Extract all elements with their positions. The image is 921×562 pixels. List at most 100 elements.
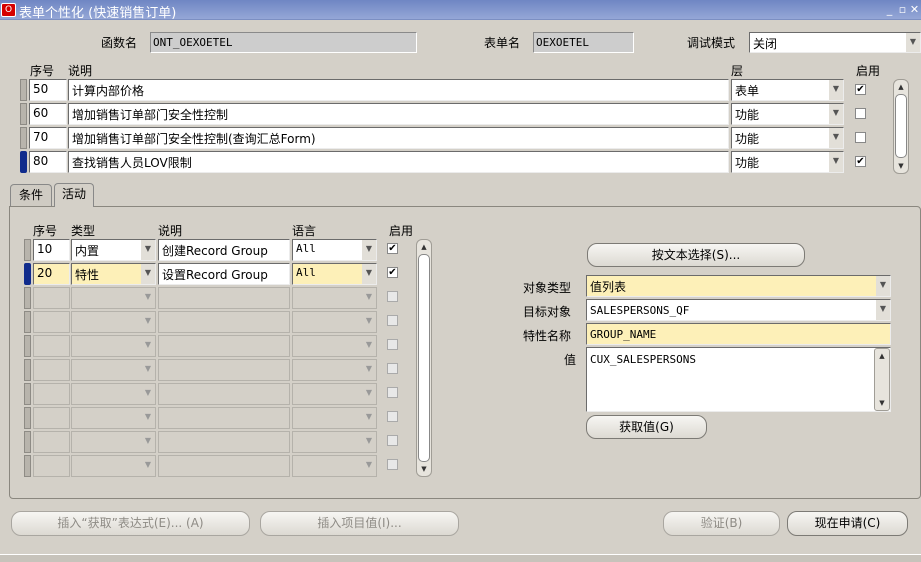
debug-mode-select[interactable]: 关闭 ▼ xyxy=(749,32,921,53)
action-desc-field[interactable] xyxy=(158,431,290,453)
action-lang-select[interactable]: All ▼ xyxy=(292,263,377,285)
chevron-down-icon[interactable]: ▼ xyxy=(141,384,155,404)
action-seq-field[interactable] xyxy=(33,431,70,453)
action-enabled-checkbox[interactable]: ✔ xyxy=(387,267,398,278)
chevron-down-icon[interactable]: ▼ xyxy=(362,456,376,476)
rule-enabled-checkbox[interactable] xyxy=(855,108,866,119)
action-type-select[interactable]: 特性 ▼ xyxy=(71,263,156,285)
rule-desc-field[interactable]: 计算内部价格 xyxy=(68,79,729,101)
chevron-down-icon[interactable]: ▼ xyxy=(141,432,155,452)
action-lang-select[interactable]: ▼ xyxy=(292,455,377,477)
rule-level-select[interactable]: 表单 ▼ xyxy=(731,79,844,101)
scroll-up-icon[interactable]: ▲ xyxy=(876,350,888,362)
close-icon[interactable]: ✕ xyxy=(909,3,920,16)
action-lang-select[interactable]: ▼ xyxy=(292,335,377,357)
rule-desc-field[interactable]: 查找销售人员LOV限制 xyxy=(68,151,729,173)
action-enabled-checkbox[interactable] xyxy=(387,387,398,398)
chevron-down-icon[interactable]: ▼ xyxy=(141,288,155,308)
action-lang-select[interactable]: ▼ xyxy=(292,359,377,381)
rule-desc-field[interactable]: 增加销售订单部门安全性控制 xyxy=(68,103,729,125)
chevron-down-icon[interactable]: ▼ xyxy=(362,288,376,308)
chevron-down-icon[interactable]: ▼ xyxy=(141,360,155,380)
chevron-down-icon[interactable]: ▼ xyxy=(362,360,376,380)
action-lang-select[interactable]: ▼ xyxy=(292,311,377,333)
action-seq-field[interactable] xyxy=(33,287,70,309)
tab-conditions[interactable]: 条件 xyxy=(10,184,52,206)
action-seq-field[interactable] xyxy=(33,335,70,357)
chevron-down-icon[interactable]: ▼ xyxy=(362,384,376,404)
chevron-down-icon[interactable]: ▼ xyxy=(141,264,155,284)
chevron-down-icon[interactable]: ▼ xyxy=(141,456,155,476)
row-selector[interactable] xyxy=(24,239,31,261)
action-desc-field[interactable]: 设置Record Group xyxy=(158,263,290,285)
rule-level-select[interactable]: 功能 ▼ xyxy=(731,127,844,149)
rule-enabled-checkbox[interactable] xyxy=(855,132,866,143)
select-by-text-button[interactable]: 按文本选择(S)... xyxy=(587,243,805,267)
rules-scrollbar[interactable]: ▲ ▼ xyxy=(893,79,909,174)
action-desc-field[interactable]: 创建Record Group xyxy=(158,239,290,261)
action-seq-field[interactable] xyxy=(33,407,70,429)
action-type-select[interactable]: ▼ xyxy=(71,407,156,429)
action-seq-field[interactable]: 10 xyxy=(33,239,70,261)
rule-seq-field[interactable]: 80 xyxy=(29,151,67,173)
chevron-down-icon[interactable]: ▼ xyxy=(876,300,890,320)
rule-level-select[interactable]: 功能 ▼ xyxy=(731,151,844,173)
action-enabled-checkbox[interactable] xyxy=(387,459,398,470)
rule-enabled-checkbox[interactable]: ✔ xyxy=(855,84,866,95)
action-seq-field[interactable] xyxy=(33,359,70,381)
chevron-down-icon[interactable]: ▼ xyxy=(141,336,155,356)
scroll-down-icon[interactable]: ▼ xyxy=(418,463,430,475)
row-selector[interactable] xyxy=(24,335,31,357)
action-desc-field[interactable] xyxy=(158,455,290,477)
insert-get-expression-button[interactable]: 插入“获取”表达式(E)... (A) xyxy=(11,511,250,536)
validate-button[interactable]: 验证(B) xyxy=(663,511,780,536)
chevron-down-icon[interactable]: ▼ xyxy=(829,152,843,172)
get-value-button[interactable]: 获取值(G) xyxy=(586,415,707,439)
insert-item-value-button[interactable]: 插入项目值(I)... xyxy=(260,511,459,536)
rule-level-select[interactable]: 功能 ▼ xyxy=(731,103,844,125)
action-type-select[interactable]: ▼ xyxy=(71,311,156,333)
row-selector-current[interactable] xyxy=(24,263,31,285)
action-enabled-checkbox[interactable] xyxy=(387,435,398,446)
row-selector[interactable] xyxy=(20,127,27,149)
chevron-down-icon[interactable]: ▼ xyxy=(362,240,376,260)
rule-seq-field[interactable]: 50 xyxy=(29,79,67,101)
object-type-select[interactable]: 值列表 ▼ xyxy=(586,275,891,297)
chevron-down-icon[interactable]: ▼ xyxy=(141,240,155,260)
chevron-down-icon[interactable]: ▼ xyxy=(829,128,843,148)
action-seq-field[interactable] xyxy=(33,383,70,405)
action-type-select[interactable]: ▼ xyxy=(71,287,156,309)
action-enabled-checkbox[interactable] xyxy=(387,315,398,326)
row-selector-current[interactable] xyxy=(20,151,27,173)
chevron-down-icon[interactable]: ▼ xyxy=(362,264,376,284)
chevron-down-icon[interactable]: ▼ xyxy=(906,33,920,52)
minimize-icon[interactable]: _ xyxy=(884,3,895,16)
chevron-down-icon[interactable]: ▼ xyxy=(141,312,155,332)
action-lang-select[interactable]: ▼ xyxy=(292,431,377,453)
value-textarea[interactable]: CUX_SALESPERSONS xyxy=(586,347,891,412)
action-enabled-checkbox[interactable]: ✔ xyxy=(387,243,398,254)
scroll-down-icon[interactable]: ▼ xyxy=(895,160,907,172)
action-type-select[interactable]: ▼ xyxy=(71,431,156,453)
target-object-select[interactable]: SALESPERSONS_QF ▼ xyxy=(586,299,891,321)
chevron-down-icon[interactable]: ▼ xyxy=(362,432,376,452)
row-selector[interactable] xyxy=(24,287,31,309)
action-seq-field[interactable]: 20 xyxy=(33,263,70,285)
chevron-down-icon[interactable]: ▼ xyxy=(141,408,155,428)
row-selector[interactable] xyxy=(20,103,27,125)
property-name-field[interactable]: GROUP_NAME xyxy=(586,323,891,345)
action-seq-field[interactable] xyxy=(33,311,70,333)
action-lang-select[interactable]: All ▼ xyxy=(292,239,377,261)
action-type-select[interactable]: ▼ xyxy=(71,359,156,381)
action-lang-select[interactable]: ▼ xyxy=(292,407,377,429)
apply-now-button[interactable]: 现在申请(C) xyxy=(787,511,908,536)
action-enabled-checkbox[interactable] xyxy=(387,339,398,350)
scroll-up-icon[interactable]: ▲ xyxy=(418,241,430,253)
rule-seq-field[interactable]: 60 xyxy=(29,103,67,125)
row-selector[interactable] xyxy=(24,359,31,381)
chevron-down-icon[interactable]: ▼ xyxy=(876,276,890,296)
action-enabled-checkbox[interactable] xyxy=(387,291,398,302)
maximize-icon[interactable]: ▫ xyxy=(897,3,908,16)
action-desc-field[interactable] xyxy=(158,287,290,309)
action-desc-field[interactable] xyxy=(158,383,290,405)
